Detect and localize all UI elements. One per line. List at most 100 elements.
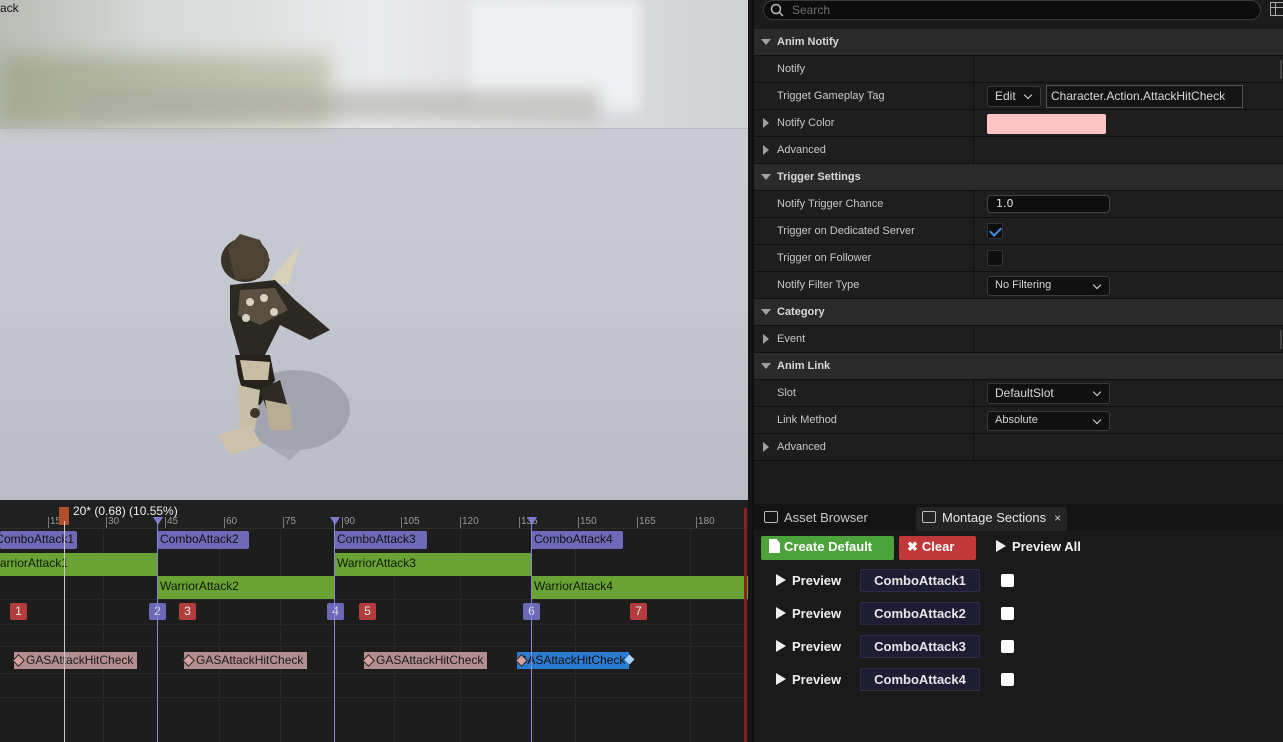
tick-label: 90 bbox=[344, 516, 356, 527]
notify-state[interactable]: GASAttackHitCheck bbox=[364, 652, 488, 669]
anim-segment[interactable]: WarriorAttack2 bbox=[157, 576, 334, 599]
section-index-chip[interactable]: 4 bbox=[327, 603, 344, 620]
anim-segment-name: WarriorAttack1 bbox=[0, 556, 68, 570]
end-marker bbox=[744, 508, 747, 742]
prop-slot: Slot DefaultSlot bbox=[754, 380, 1283, 407]
branch-point-chip[interactable]: 3 bbox=[179, 603, 196, 620]
section-line bbox=[157, 521, 158, 742]
montage-timeline[interactable]: 15 30 45 60 75 90 105 120 135 150 165 18… bbox=[0, 500, 748, 742]
filter-type-dropdown[interactable]: No Filtering bbox=[987, 276, 1110, 296]
details-panel: Search Anim Notify Notify Trigget Gamepl… bbox=[752, 0, 1283, 500]
tab-label: Asset Browser bbox=[784, 510, 868, 525]
prop-trigger-dedicated-server: Trigger on Dedicated Server bbox=[754, 218, 1283, 245]
ruler-tick bbox=[401, 517, 402, 528]
preview-all-button[interactable]: Preview All bbox=[990, 536, 1089, 560]
tab-montage-sections[interactable]: Montage Sections × bbox=[916, 507, 1068, 531]
close-icon[interactable]: × bbox=[1054, 511, 1061, 525]
section-name-button[interactable]: ComboAttack4 bbox=[860, 668, 980, 691]
play-icon bbox=[776, 673, 786, 685]
notify-state[interactable]: GASAttackHitCheck bbox=[14, 652, 138, 669]
section-checkbox[interactable] bbox=[1001, 574, 1014, 587]
trigger-chance-input[interactable]: 1.0 bbox=[987, 195, 1110, 213]
section-name-button[interactable]: ComboAttack1 bbox=[860, 569, 980, 592]
ruler-tick bbox=[696, 517, 697, 528]
play-icon bbox=[776, 640, 786, 652]
category-anim-link[interactable]: Anim Link bbox=[754, 353, 1283, 380]
section-checkbox[interactable] bbox=[1001, 640, 1014, 653]
prop-event[interactable]: Event bbox=[754, 326, 1283, 353]
notify-state[interactable]: GASAttackHitCheck bbox=[184, 652, 308, 669]
link-method-dropdown[interactable]: Absolute bbox=[987, 411, 1110, 431]
tick-label: 60 bbox=[226, 516, 238, 527]
section-chip[interactable]: ComboAttack2 bbox=[157, 531, 249, 549]
montage-sections-icon bbox=[922, 511, 936, 523]
branch-point-chip[interactable]: 5 bbox=[359, 603, 376, 620]
ruler-tick bbox=[519, 517, 520, 528]
viewport-background-sky bbox=[0, 0, 748, 128]
anim-segment[interactable]: WarriorAttack3 bbox=[334, 553, 531, 576]
prop-advanced-2[interactable]: Advanced bbox=[754, 434, 1283, 461]
prop-notify-trigger-chance: Notify Trigger Chance 1.0 bbox=[754, 191, 1283, 218]
section-marker[interactable] bbox=[527, 517, 537, 525]
section-checkbox[interactable] bbox=[1001, 673, 1014, 686]
chevron-down-icon bbox=[1092, 387, 1102, 397]
section-name-button[interactable]: ComboAttack2 bbox=[860, 602, 980, 625]
section-marker[interactable] bbox=[330, 517, 340, 525]
category-trigger-settings[interactable]: Trigger Settings bbox=[754, 164, 1283, 191]
tick-label: 165 bbox=[639, 516, 656, 527]
preview-button[interactable]: Preview bbox=[776, 606, 841, 621]
preview-button[interactable]: Preview bbox=[776, 672, 841, 687]
ruler-tick bbox=[106, 517, 107, 528]
clear-button[interactable]: ✖ Clear bbox=[899, 536, 976, 560]
search-box[interactable]: Search bbox=[763, 0, 1261, 20]
button-label: Preview All bbox=[1012, 539, 1081, 554]
gameplay-tag-field[interactable]: Character.Action.AttackHitCheck bbox=[1046, 85, 1243, 108]
chevron-down-icon bbox=[1092, 280, 1102, 290]
follower-checkbox[interactable] bbox=[987, 250, 1003, 266]
section-chip[interactable]: ComboAttack1 bbox=[0, 531, 77, 549]
tag-edit-dropdown[interactable]: Edit bbox=[987, 86, 1041, 107]
frame-readout: 20* (0.68) (10.55%) bbox=[73, 504, 178, 518]
prop-notify-color[interactable]: Notify Color bbox=[754, 110, 1283, 137]
3d-viewport[interactable]: ack bbox=[0, 0, 748, 500]
section-row: Preview ComboAttack4 bbox=[754, 665, 1283, 698]
section-chip[interactable]: ComboAttack3 bbox=[334, 531, 427, 549]
branch-point-chip[interactable]: 7 bbox=[630, 603, 647, 620]
ruler-tick bbox=[283, 517, 284, 528]
branch-point-chip[interactable]: 1 bbox=[10, 603, 27, 620]
section-row: Preview ComboAttack2 bbox=[754, 599, 1283, 632]
section-chip[interactable]: ComboAttack4 bbox=[531, 531, 623, 549]
dedicated-server-checkbox[interactable] bbox=[987, 223, 1003, 239]
button-label: Preview bbox=[792, 639, 842, 654]
section-name: ComboAttack4 bbox=[534, 532, 613, 546]
notify-name: GASAttackHitCheck bbox=[196, 653, 304, 667]
prop-label: Notify Filter Type bbox=[777, 279, 860, 291]
section-line bbox=[334, 521, 335, 742]
category-label: Anim Link bbox=[777, 360, 831, 372]
tab-label: Montage Sections bbox=[942, 510, 1047, 525]
timeline-ruler[interactable]: 15 30 45 60 75 90 105 120 135 150 165 18… bbox=[0, 500, 748, 529]
tick-label: 150 bbox=[580, 516, 597, 527]
notify-state-selected[interactable]: GASAttackHitCheck bbox=[517, 652, 630, 669]
anim-segment-name: WarriorAttack2 bbox=[160, 579, 239, 593]
section-checkbox[interactable] bbox=[1001, 607, 1014, 620]
prop-advanced[interactable]: Advanced bbox=[754, 137, 1283, 164]
ruler-tick bbox=[165, 517, 166, 528]
anim-segment[interactable]: WarriorAttack1 bbox=[0, 553, 157, 576]
category-anim-notify[interactable]: Anim Notify bbox=[754, 29, 1283, 56]
grid-view-icon[interactable] bbox=[1270, 2, 1283, 16]
create-default-button[interactable]: Create Default bbox=[761, 536, 894, 560]
ruler-tick bbox=[48, 517, 49, 528]
notify-name: GASAttackHitCheck bbox=[26, 653, 134, 667]
button-label: Clear bbox=[921, 539, 955, 554]
tab-asset-browser[interactable]: Asset Browser bbox=[758, 507, 874, 531]
slot-dropdown[interactable]: DefaultSlot bbox=[987, 383, 1110, 404]
section-name-button[interactable]: ComboAttack3 bbox=[860, 635, 980, 658]
preview-button[interactable]: Preview bbox=[776, 639, 841, 654]
section-marker[interactable] bbox=[153, 517, 163, 525]
color-swatch[interactable] bbox=[987, 114, 1106, 134]
preview-button[interactable]: Preview bbox=[776, 573, 841, 588]
category-category[interactable]: Category bbox=[754, 299, 1283, 326]
anim-segment[interactable]: WarriorAttack4 bbox=[531, 576, 748, 599]
ruler-tick bbox=[460, 517, 461, 528]
